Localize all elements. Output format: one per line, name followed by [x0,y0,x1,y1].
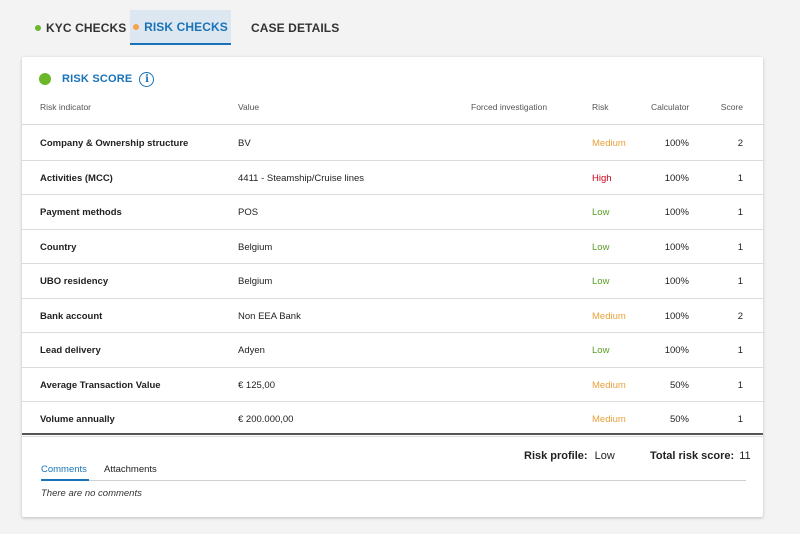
risk-level-cell: Low [592,207,610,218]
risk-indicator-cell: Average Transaction Value [40,379,161,391]
table-row: UBO residency Belgium Low 100% 1 [22,264,763,299]
tab-comments[interactable]: Comments [41,464,87,475]
card-title: RISK SCORE [62,73,133,85]
tab-label: KYC CHECKS [46,20,127,35]
score-cell: 1 [737,345,743,356]
tab-kyc-checks[interactable]: KYC CHECKS [22,10,139,45]
column-header-score: Score [720,102,743,112]
score-cell: 2 [737,310,743,322]
tab-label: CASE DETAILS [251,20,340,35]
calculator-cell: 100% [664,345,689,356]
value-cell: Non EEA Bank [238,310,301,322]
risk-score-card: RISK SCORE i Risk indicator Value Forced… [22,57,763,517]
value-cell: € 125,00 [238,379,275,391]
top-tabs: KYC CHECKS RISK CHECKS CASE DETAILS [22,10,339,45]
status-dot-icon [39,73,51,85]
table-header: Risk indicator Value Forced investigatio… [22,95,763,125]
active-tab-indicator [41,479,89,481]
score-cell: 1 [737,207,743,218]
risk-level-cell: Medium [592,379,626,391]
value-cell: Belgium [238,276,273,287]
score-cell: 1 [737,241,743,253]
info-icon[interactable]: i [139,71,155,87]
table-bottom-divider [22,433,763,435]
risk-indicator-cell: Company & Ownership structure [40,138,189,149]
status-dot-icon [35,24,41,31]
table-row: Lead delivery Adyen Low 100% 1 [22,333,763,368]
value-cell: 4411 - Steamship/Cruise lines [238,172,365,184]
risk-level-cell: Low [592,241,610,253]
calculator-cell: 100% [664,310,689,322]
calculator-cell: 100% [664,276,689,287]
score-cell: 1 [737,276,743,287]
table-row: Payment methods POS Low 100% 1 [22,195,763,230]
calculator-cell: 100% [664,138,689,149]
risk-level-cell: Low [592,276,610,287]
table-row: Average Transaction Value € 125,00 Medium 5… [22,368,763,402]
card-header: RISK SCORE i [39,71,155,87]
risk-indicator-cell: UBO residency [40,276,109,287]
risk-level-cell: Low [592,345,610,356]
empty-comments-message: There are no comments [41,488,142,499]
calculator-cell: 100% [664,241,689,253]
risk-indicator-cell: Country [40,241,77,253]
tab-label: RISK CHECKS [144,19,228,34]
table-row: Volume annually € 200.000,00 Medium 50% 1 [22,402,763,437]
calculator-cell: 50% [669,414,689,425]
comments-tabs: Comments Attachments [41,461,746,481]
risk-level-cell: High [592,172,612,184]
score-cell: 1 [737,414,743,425]
score-cell: 1 [737,172,743,184]
value-cell: POS [238,207,259,218]
calculator-cell: 100% [664,207,689,218]
table-row: Bank account Non EEA Bank Medium 100% 2 [22,299,763,333]
risk-level-cell: Medium [592,414,626,425]
tab-attachments[interactable]: Attachments [104,464,157,475]
score-cell: 2 [737,138,743,149]
table-row: Activities (MCC) 4411 - Steamship/Cruise … [22,161,763,195]
risk-indicator-cell: Volume annually [40,414,115,425]
table-row: Company & Ownership structure BV Medium 100… [22,126,763,161]
risk-indicator-cell: Lead delivery [40,345,101,356]
status-dot-icon [133,23,140,30]
column-header-forced-investigation: Forced investigation [471,102,548,112]
table-row: Country Belgium Low 100% 1 [22,230,763,264]
risk-indicator-cell: Activities (MCC) [40,172,113,184]
risk-indicator-cell: Bank account [40,310,103,322]
tab-case-details[interactable]: CASE DETAILS [251,10,341,45]
risk-level-cell: Medium [592,138,626,149]
calculator-cell: 50% [669,379,689,391]
risk-level-cell: Medium [592,310,626,322]
value-cell: Belgium [238,241,273,253]
value-cell: Adyen [238,345,265,356]
risk-indicator-cell: Payment methods [40,207,122,218]
column-header-value: Value [238,102,260,112]
tab-risk-checks[interactable]: RISK CHECKS [130,10,231,45]
calculator-cell: 100% [664,172,689,184]
value-cell: BV [238,138,251,149]
score-cell: 1 [737,379,743,391]
column-header-calculator: Calculator [651,102,690,112]
column-header-risk: Risk [592,102,609,112]
column-header-risk-indicator: Risk indicator [40,102,92,112]
value-cell: € 200.000,00 [238,414,294,425]
